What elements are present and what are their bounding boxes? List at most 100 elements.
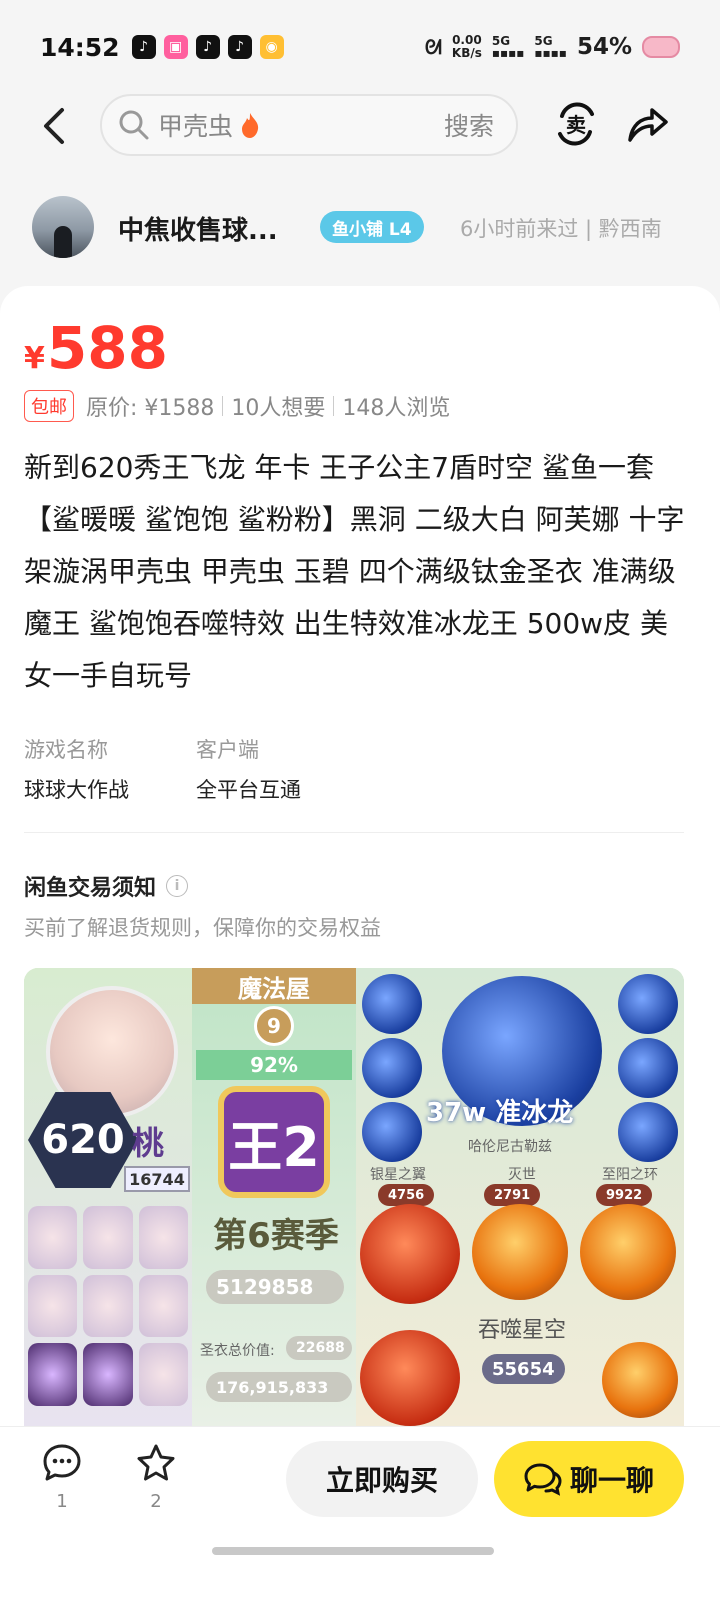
free-shipping-tag: 包邮 [24,390,74,422]
tiktok-icon: ♪ [131,35,156,59]
info-icon[interactable]: i [166,875,189,897]
sell-icon[interactable]: 卖 [554,100,598,148]
skin-thumb [83,1206,133,1269]
rank-panel: 魔法屋 9 92% 王2 第6赛季 5129858 圣衣总价值: 22688 1… [192,968,356,1426]
orb-label: 银星之翼 [370,1167,426,1183]
chat-bubble-icon [524,1463,562,1496]
battery-pig-icon [642,36,680,58]
product-card: ¥ 588 包邮 原价: ¥1588 10人想要 148人浏览 新到620秀王飞… [0,286,720,1426]
chat-label: 聊一聊 [569,1464,654,1497]
want-count: 10人想要 [231,396,326,421]
share-icon[interactable] [626,102,670,146]
comment-icon[interactable] [42,1443,82,1483]
status-bar: 14:52 ♪ ▣ ♪ ♪ ◉ ᘛ 0.00 KB/s 5G ▪▪▪▪ 5G ▪▪▪… [0,0,720,94]
product-image[interactable]: 620 桃 16744 魔法屋 9 92% 王2 第6赛季 5129858 圣衣… [24,968,684,1426]
net-speed-unit: KB/s [451,46,482,60]
search-query: 甲壳虫 [158,112,234,141]
effect-orb [602,1342,678,1418]
effect-orb [360,1204,460,1304]
tiktok-lite-icon: ♪ [195,35,220,59]
seller-avatar[interactable] [32,196,94,258]
product-description: 新到620秀王飞龙 年卡 王子公主7盾时空 鲨鱼一套【鲨暖暖 鲨饱饱 鲨粉粉】黑… [24,451,685,692]
ice-dragon-sub: 哈伦尼古勒兹 [468,1139,552,1155]
divider [24,832,684,833]
back-icon[interactable] [36,104,76,148]
tiktok-alt-icon: ♪ [227,35,252,59]
total-value-label: 圣衣总价值: [200,1343,275,1359]
search-header: 甲壳虫 搜索 卖 [0,94,720,160]
orb-count: 2791 [484,1184,541,1206]
price-currency: ¥ [24,341,45,376]
comment-count: 1 [56,1491,68,1512]
orbs-panel: 37w 准冰龙 哈伦尼古勒兹 银星之翼 灭世 至阳之环 4756 2791 99… [356,968,684,1426]
skin-thumb [28,1343,78,1406]
magic-progress: 92% [196,1050,352,1080]
orb-small [362,1038,422,1098]
buy-now-button[interactable]: 立即购买 [286,1441,478,1517]
search-button[interactable]: 搜索 [444,107,494,143]
signal-1: 5G ▪▪▪▪ [491,34,525,60]
skin-thumb [83,1343,133,1406]
orb-small [618,1038,678,1098]
search-icon [119,110,149,140]
trade-notice[interactable]: 闲鱼交易须知 i [24,870,189,902]
skin-thumb [28,1274,78,1338]
player-score: 16744 [124,1166,190,1192]
attr-label-client: 客户端 [196,738,259,762]
attr-value-game: 球球大作战 [24,778,129,802]
seller-name[interactable]: 中焦收售球... [118,210,278,247]
orb-label: 灭世 [508,1167,536,1183]
skin-thumb [138,1343,188,1406]
home-indicator[interactable] [212,1547,494,1555]
trade-notice-subtitle: 买前了解退货规则，保障你的交易权益 [24,916,381,940]
attr-value-client: 全平台互通 [196,778,301,802]
status-time: 14:52 [40,32,120,62]
skin-thumb [138,1206,188,1269]
orb-small [618,1102,678,1162]
price-value: 588 [46,314,168,382]
seller-level-badge: 鱼小铺 L4 [320,211,424,243]
player-name: 桃 [132,1124,165,1162]
total-value: 22688 [286,1336,352,1360]
trade-notice-title: 闲鱼交易须知 [24,876,157,901]
ice-dragon-label: 37w 准冰龙 [426,1098,574,1128]
net-speed: 0.00 KB/s [452,34,482,60]
swallow-label: 吞噬星空 [478,1318,567,1343]
meta-divider [333,396,335,416]
hot-flame-icon [242,113,259,138]
swallow-count: 55654 [482,1354,565,1384]
profile-panel: 620 桃 16744 [24,968,192,1426]
magic-house-label: 魔法屋 [192,968,356,1004]
signal-1-label: 5G [491,34,511,48]
orb-count: 4756 [378,1184,435,1206]
orb-label: 至阳之环 [602,1167,658,1183]
meta-row: 包邮 原价: ¥1588 10人想要 148人浏览 [24,390,450,422]
battery-text: 54% [576,34,632,60]
svg-text:卖: 卖 [566,113,586,137]
crown-value: 176,915,833 [206,1372,352,1402]
chat-button[interactable]: 聊一聊 [494,1441,684,1517]
effect-orb [580,1204,676,1300]
price: ¥ 588 [24,314,168,382]
bunny-icon: ᘛ [424,35,442,59]
seller-row[interactable]: 中焦收售球... 鱼小铺 L4 6小时前来过 | 黔西南 [0,196,720,262]
star-icon[interactable] [136,1443,176,1483]
king-rank-badge: 王2 [218,1086,330,1198]
points-pill: 5129858 [206,1270,344,1304]
weibo-icon: ◉ [259,35,284,59]
skin-thumb [28,1206,78,1269]
skin-thumb [83,1274,133,1338]
orb-count: 9922 [596,1184,653,1206]
magic-level: 9 [254,1006,294,1046]
original-price: 原价: ¥1588 [86,396,215,421]
signal-2-label: 5G [534,34,553,48]
effect-orb [472,1204,568,1300]
seller-last-seen: 6小时前来过 | 黔西南 [460,217,662,241]
meta-divider [222,396,224,416]
orb-small [618,974,678,1034]
effect-orb [360,1330,460,1426]
search-input[interactable]: 甲壳虫 搜索 [100,94,518,156]
signal-2: 5G ▪▪▪▪ [534,34,567,60]
skin-thumb [138,1274,188,1338]
skin-thumbnails [28,1206,188,1406]
